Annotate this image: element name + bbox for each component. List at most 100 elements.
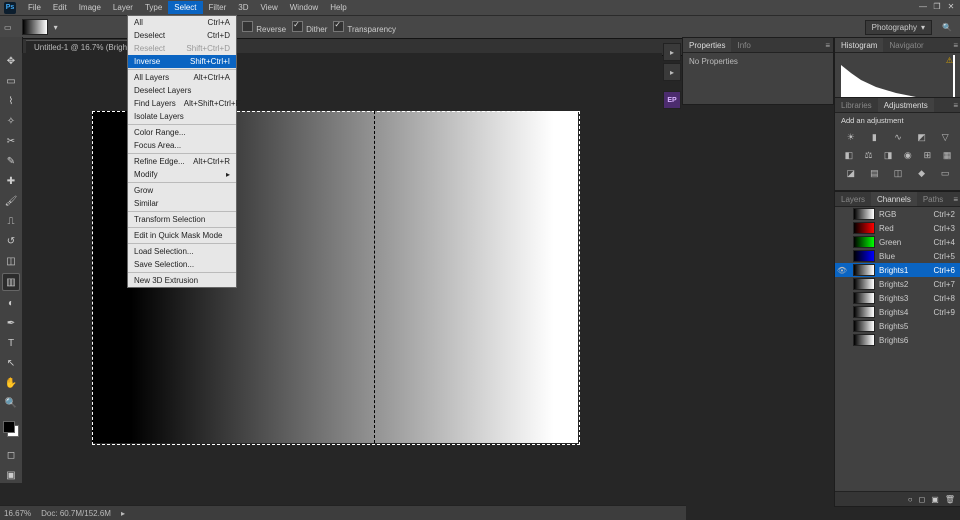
menu-filter[interactable]: Filter [203,1,233,14]
history-brush-tool[interactable]: ↺ [3,233,19,249]
collapsed-panel-history[interactable]: ▸ [663,43,681,61]
menu-layer[interactable]: Layer [107,1,139,14]
colorlookup-icon[interactable]: ▦ [941,149,953,161]
tab-adjustments[interactable]: Adjustments [878,98,934,112]
channel-row-blue[interactable]: BlueCtrl+5 [835,249,960,263]
tab-paths[interactable]: Paths [917,192,949,206]
workspace-switcher[interactable]: Photography ▾ [865,20,932,35]
menuitem-new-3d-extrusion[interactable]: New 3D Extrusion [128,274,236,287]
menuitem-similar[interactable]: Similar [128,197,236,210]
menuitem-color-range-[interactable]: Color Range... [128,126,236,139]
color-swatches[interactable] [3,421,19,437]
canvas-area[interactable] [22,53,662,506]
path-tool[interactable]: ↖ [3,355,19,371]
zoom-tool[interactable]: 🔍 [3,395,19,411]
healing-tool[interactable]: ✚ [3,173,19,189]
maximize-button[interactable]: ❐ [930,0,944,12]
brush-tool[interactable]: 🖌 [3,193,19,209]
eyedropper-tool[interactable]: ✎ [3,153,19,169]
channel-row-brights3[interactable]: Brights3Ctrl+8 [835,291,960,305]
histogram-warning-icon[interactable]: ⚠ [946,56,953,65]
huesat-icon[interactable]: ◧ [843,149,855,161]
menu-3d[interactable]: 3D [232,1,254,14]
panel-menu-icon[interactable]: ≡ [825,41,830,50]
invert-icon[interactable]: ◪ [845,167,857,179]
transparency-checkbox[interactable] [333,21,344,32]
quickmask-toggle[interactable]: ◻ [3,447,19,463]
menu-file[interactable]: File [22,1,47,14]
delete-channel-icon[interactable]: 🗑 [945,495,955,504]
panel-menu-icon[interactable]: ≡ [953,101,958,110]
save-selection-icon[interactable]: ◻ [919,495,926,504]
marquee-tool[interactable]: ▭ [3,73,19,89]
panel-menu-icon[interactable]: ≡ [953,195,958,204]
menuitem-isolate-layers[interactable]: Isolate Layers [128,110,236,123]
doc-size[interactable]: Doc: 60.7M/152.6M [41,509,111,518]
channel-row-brights4[interactable]: Brights4Ctrl+9 [835,305,960,319]
gradientmap-icon[interactable]: ▭ [939,167,951,179]
channel-row-brights5[interactable]: Brights5 [835,319,960,333]
gradient-tool[interactable]: ▥ [2,273,20,291]
close-button[interactable]: ✕ [944,0,958,12]
menuitem-save-selection-[interactable]: Save Selection... [128,258,236,271]
channel-row-brights2[interactable]: Brights2Ctrl+7 [835,277,960,291]
menu-image[interactable]: Image [73,1,107,14]
menu-select[interactable]: Select [168,1,202,14]
menuitem-modify[interactable]: Modify▸ [128,168,236,181]
move-tool[interactable]: ✥ [3,53,19,69]
collapsed-panel-ep[interactable]: EP [663,91,681,109]
crop-tool[interactable]: ✂ [3,133,19,149]
menu-type[interactable]: Type [139,1,168,14]
colorbalance-icon[interactable]: ⚖ [862,149,874,161]
curves-icon[interactable]: ∿ [892,131,904,143]
menuitem-find-layers[interactable]: Find LayersAlt+Shift+Ctrl+F [128,97,236,110]
stamp-tool[interactable]: ⎍ [3,213,19,229]
selectivecolor-icon[interactable]: ◆ [916,167,928,179]
chevron-right-icon[interactable]: ▸ [121,509,125,518]
levels-icon[interactable]: ▮ [868,131,880,143]
gradient-preview[interactable] [22,19,48,35]
menuitem-deselect[interactable]: DeselectCtrl+D [128,29,236,42]
visibility-icon[interactable]: 👁 [835,266,849,275]
tab-info[interactable]: Info [731,38,756,52]
dodge-tool[interactable]: ◐ [3,295,19,311]
search-icon[interactable]: 🔍 [942,23,952,32]
channel-row-red[interactable]: RedCtrl+3 [835,221,960,235]
menuitem-transform-selection[interactable]: Transform Selection [128,213,236,226]
photofilter-icon[interactable]: ◉ [902,149,914,161]
collapsed-panel-actions[interactable]: ▸ [663,63,681,81]
menuitem-inverse[interactable]: InverseShift+Ctrl+I [128,55,236,68]
menuitem-all-layers[interactable]: All LayersAlt+Ctrl+A [128,71,236,84]
lasso-tool[interactable]: ⌇ [3,93,19,109]
channel-row-rgb[interactable]: RGBCtrl+2 [835,207,960,221]
load-selection-icon[interactable]: ○ [908,495,913,504]
menuitem-grow[interactable]: Grow [128,184,236,197]
eraser-tool[interactable]: ◫ [3,253,19,269]
type-tool[interactable]: T [3,335,19,351]
channel-row-brights1[interactable]: 👁Brights1Ctrl+6 [835,263,960,277]
chevron-down-icon[interactable]: ▾ [54,23,58,32]
posterize-icon[interactable]: ▤ [868,167,880,179]
exposure-icon[interactable]: ◩ [916,131,928,143]
reverse-checkbox[interactable] [242,21,253,32]
menu-window[interactable]: Window [284,1,324,14]
channel-row-green[interactable]: GreenCtrl+4 [835,235,960,249]
menuitem-edit-in-quick-mask-mode[interactable]: Edit in Quick Mask Mode [128,229,236,242]
menu-edit[interactable]: Edit [47,1,73,14]
new-channel-icon[interactable]: ▣ [931,495,939,504]
dither-checkbox[interactable] [292,21,303,32]
tab-libraries[interactable]: Libraries [835,98,878,112]
screenmode-toggle[interactable]: ▣ [3,467,19,483]
menu-help[interactable]: Help [324,1,352,14]
bw-icon[interactable]: ◨ [882,149,894,161]
zoom-level[interactable]: 16.67% [4,509,31,518]
tab-navigator[interactable]: Navigator [883,38,929,52]
tab-layers[interactable]: Layers [835,192,871,206]
magic-wand-tool[interactable]: ✧ [3,113,19,129]
menuitem-load-selection-[interactable]: Load Selection... [128,245,236,258]
minimize-button[interactable]: — [916,0,930,12]
hand-tool[interactable]: ✋ [3,375,19,391]
menu-view[interactable]: View [255,1,284,14]
tab-properties[interactable]: Properties [683,38,731,52]
menuitem-focus-area-[interactable]: Focus Area... [128,139,236,152]
